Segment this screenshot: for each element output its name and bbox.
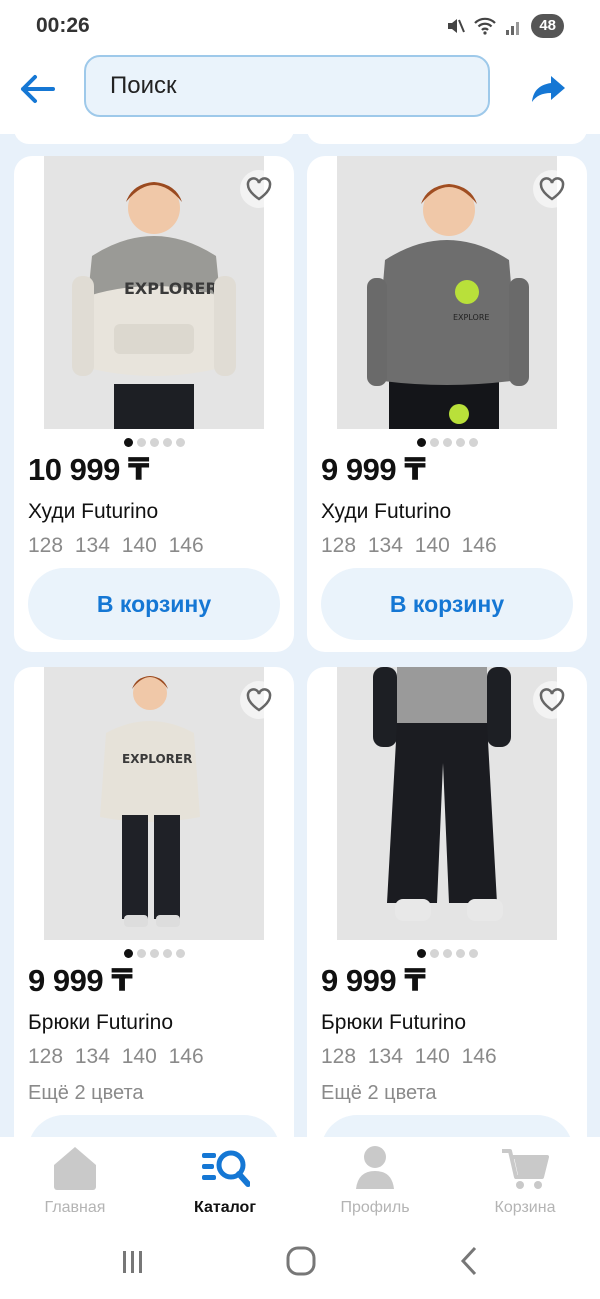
heart-icon xyxy=(539,688,565,712)
heart-icon xyxy=(246,688,272,712)
product-card-partial xyxy=(307,134,587,144)
product-price: 9 999 ₸ xyxy=(321,452,426,487)
svg-text:EXPLORER: EXPLORER xyxy=(124,279,218,298)
product-image[interactable]: EXPLORER xyxy=(44,667,264,940)
product-image[interactable]: EXPLORER xyxy=(44,156,264,429)
product-card[interactable]: EXPLORE 9 999 ₸ Худи Futurino 128 134 14… xyxy=(307,156,587,652)
search-placeholder: Поиск xyxy=(110,72,177,99)
status-time: 00:26 xyxy=(36,14,90,37)
image-pagination xyxy=(14,945,294,963)
product-sizes: 128 134 140 146 xyxy=(321,534,497,557)
more-colors-label[interactable]: Ещё 2 цвета xyxy=(28,1082,144,1105)
nav-item-home[interactable]: Главная xyxy=(0,1137,150,1229)
product-name[interactable]: Брюки Futurino xyxy=(28,1011,173,1035)
share-button[interactable] xyxy=(528,68,570,110)
status-icons: 48 xyxy=(445,14,564,38)
add-to-cart-button[interactable]: В корзину xyxy=(28,568,280,640)
nav-item-profile[interactable]: Профиль xyxy=(300,1137,450,1229)
wifi-icon xyxy=(474,17,497,35)
nav-item-cart[interactable]: Корзина xyxy=(450,1137,600,1229)
product-sizes: 128 134 140 146 xyxy=(28,534,204,557)
svg-text:EXPLORER: EXPLORER xyxy=(122,752,192,766)
product-photo xyxy=(337,667,557,940)
status-bar: 00:26 48 xyxy=(0,0,600,52)
product-photo: EXPLORER xyxy=(44,156,264,429)
favorite-button[interactable] xyxy=(240,681,278,719)
battery-indicator: 48 xyxy=(531,14,564,38)
product-image[interactable] xyxy=(337,667,557,940)
favorite-button[interactable] xyxy=(533,681,571,719)
home-button-icon[interactable] xyxy=(285,1245,317,1277)
image-pagination xyxy=(307,945,587,963)
favorite-button[interactable] xyxy=(533,170,571,208)
nav-label: Главная xyxy=(44,1199,106,1216)
product-grid: EXPLORER 10 999 ₸ Худи Futurino 128 134 … xyxy=(0,134,600,1137)
heart-icon xyxy=(539,177,565,201)
home-icon xyxy=(54,1147,96,1190)
product-card[interactable]: 9 999 ₸ Брюки Futurino 128 134 140 146 Е… xyxy=(307,667,587,1137)
product-photo: EXPLORE xyxy=(337,156,557,429)
mute-icon xyxy=(448,19,466,33)
add-to-cart-button[interactable]: В корзину xyxy=(321,568,573,640)
product-card[interactable]: EXPLORER 9 999 ₸ Брюки Futurino 128 134 … xyxy=(14,667,294,1137)
back-button[interactable] xyxy=(16,68,58,110)
search-input[interactable]: Поиск xyxy=(84,55,490,117)
product-sizes: 128 134 140 146 xyxy=(28,1045,204,1068)
product-name[interactable]: Худи Futurino xyxy=(321,500,451,524)
system-navigation-bar xyxy=(0,1229,600,1299)
signal-icon xyxy=(506,22,520,35)
profile-icon xyxy=(356,1146,394,1189)
cart-icon xyxy=(502,1149,549,1189)
svg-text:EXPLORE: EXPLORE xyxy=(453,313,489,322)
product-price: 9 999 ₸ xyxy=(28,963,133,998)
image-pagination xyxy=(307,434,587,452)
product-card[interactable]: EXPLORER 10 999 ₸ Худи Futurino 128 134 … xyxy=(14,156,294,652)
catalog-icon xyxy=(202,1150,250,1187)
add-to-cart-button[interactable] xyxy=(321,1115,573,1137)
arrow-left-icon xyxy=(21,75,55,103)
image-pagination xyxy=(14,434,294,452)
product-name[interactable]: Брюки Futurino xyxy=(321,1011,466,1035)
heart-icon xyxy=(246,177,272,201)
more-colors-label[interactable]: Ещё 2 цвета xyxy=(321,1082,437,1105)
product-photo: EXPLORER xyxy=(44,667,264,940)
bottom-navigation: Главная Каталог Профиль Корзина xyxy=(0,1137,600,1229)
product-card-partial xyxy=(14,134,294,144)
add-to-cart-button[interactable] xyxy=(28,1115,280,1137)
favorite-button[interactable] xyxy=(240,170,278,208)
recent-apps-icon[interactable] xyxy=(118,1247,148,1277)
top-bar: Поиск xyxy=(0,52,600,134)
nav-item-catalog[interactable]: Каталог xyxy=(150,1137,300,1229)
product-price: 9 999 ₸ xyxy=(321,963,426,998)
product-price: 10 999 ₸ xyxy=(28,452,150,487)
nav-label: Каталог xyxy=(194,1199,256,1216)
product-name[interactable]: Худи Futurino xyxy=(28,500,158,524)
product-image[interactable]: EXPLORE xyxy=(337,156,557,429)
back-nav-icon[interactable] xyxy=(455,1245,485,1277)
product-sizes: 128 134 140 146 xyxy=(321,1045,497,1068)
nav-label: Корзина xyxy=(494,1199,556,1216)
share-icon xyxy=(532,76,565,102)
nav-label: Профиль xyxy=(340,1199,410,1216)
